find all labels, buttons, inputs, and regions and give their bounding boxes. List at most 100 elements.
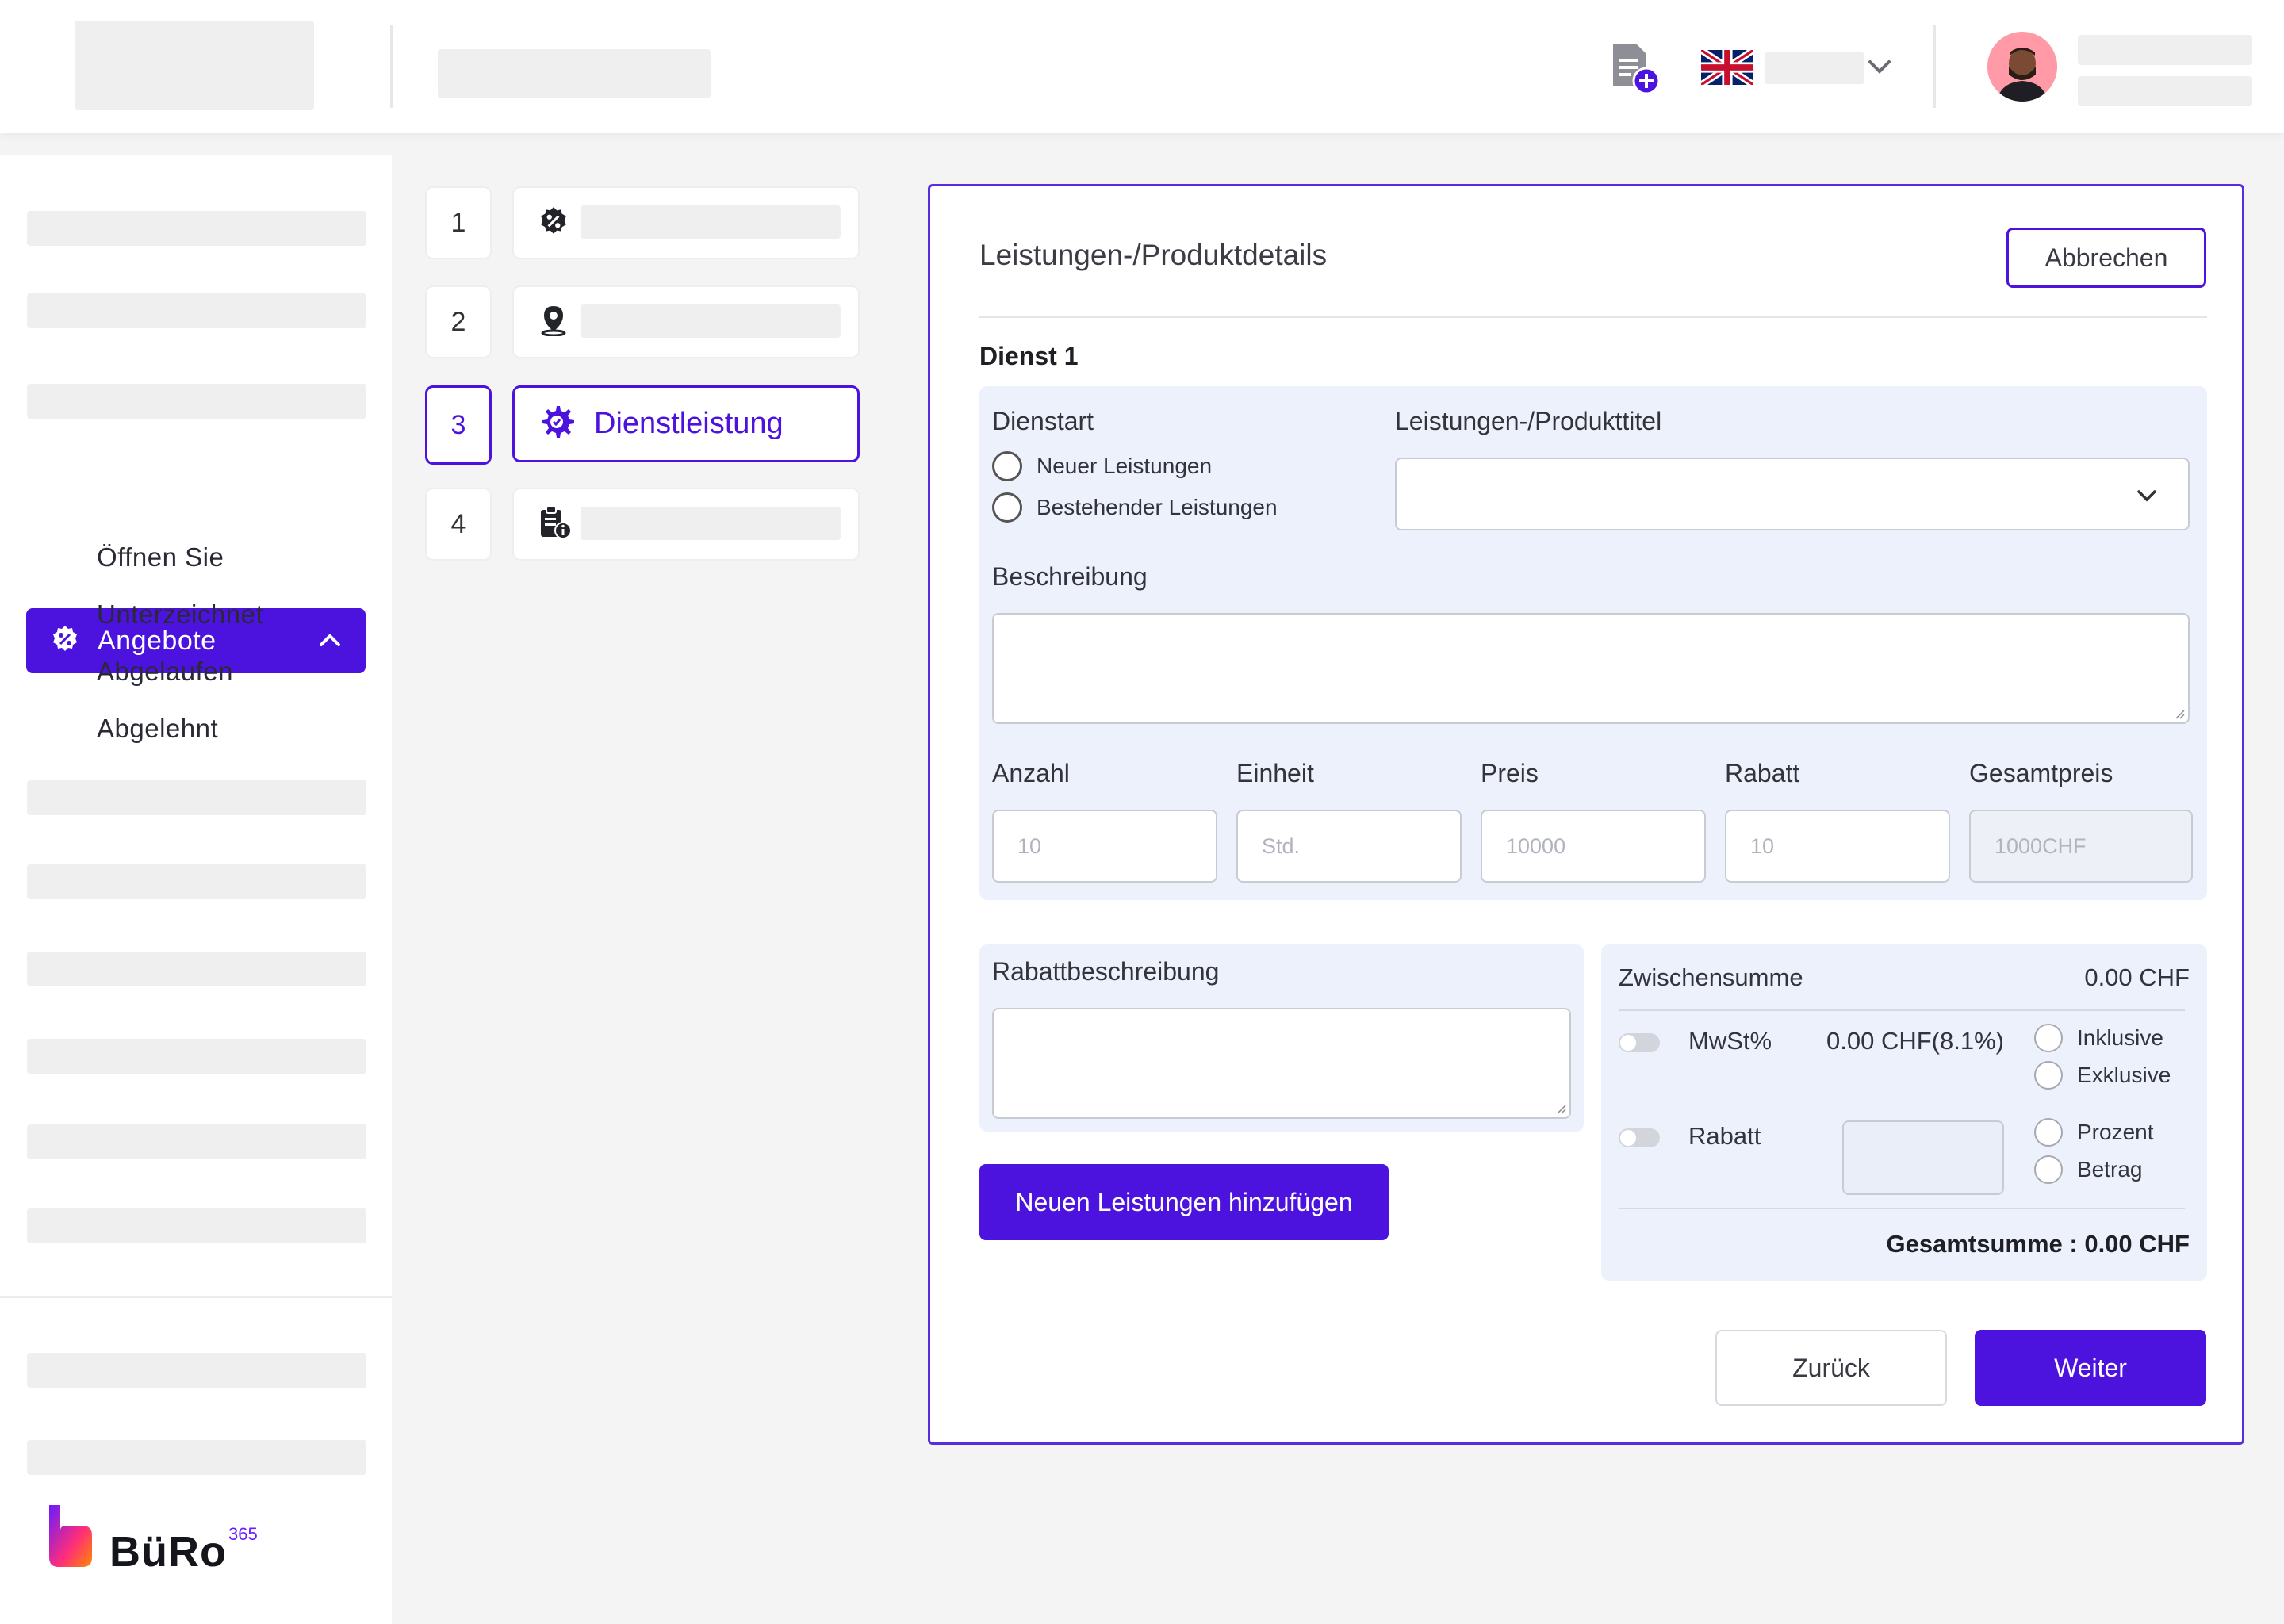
panel-divider	[979, 316, 2207, 318]
step-card-3[interactable]: Dienstleistung	[512, 385, 860, 462]
language-name-placeholder[interactable]	[1765, 52, 1864, 84]
discount-description-label: Rabattbeschreibung	[992, 957, 1220, 986]
step-label: Dienstleistung	[594, 407, 784, 440]
radio-vat-inclusive[interactable]: Inklusive	[2034, 1024, 2163, 1052]
summary-discount-label: Rabatt	[1688, 1122, 1761, 1150]
document-plus-icon[interactable]	[1610, 41, 1661, 95]
avatar[interactable]	[1987, 32, 2057, 102]
step-number-1[interactable]: 1	[425, 186, 492, 259]
step-label-placeholder	[581, 507, 841, 540]
price-label: Preis	[1481, 759, 1539, 787]
cancel-button[interactable]: Abbrechen	[2006, 228, 2206, 288]
quantity-field[interactable]: 10	[992, 810, 1217, 883]
radio-discount-amount[interactable]: Betrag	[2034, 1155, 2143, 1184]
vat-label: MwSt%	[1688, 1027, 1772, 1055]
sidebar-item-placeholder[interactable]	[27, 1208, 366, 1243]
uk-flag-icon[interactable]	[1699, 47, 1756, 88]
next-button[interactable]: Weiter	[1975, 1330, 2206, 1406]
header-title-placeholder	[438, 49, 711, 98]
total-price-field: 1000CHF	[1969, 810, 2193, 883]
user-role-placeholder	[2078, 76, 2252, 106]
sidebar-subitem-rejected[interactable]: Abgelehnt	[97, 714, 218, 744]
add-service-button[interactable]: Neuen Leistungen hinzufügen	[979, 1164, 1389, 1240]
grand-total: Gesamtsumme : 0.00 CHF	[1886, 1230, 2190, 1258]
step-number-2[interactable]: 2	[425, 285, 492, 358]
step-card-4[interactable]	[512, 488, 860, 561]
step-label-placeholder	[581, 304, 841, 338]
radio-vat-exclusive[interactable]: Exklusive	[2034, 1061, 2171, 1090]
vat-value: 0.00 CHF(8.1%)	[1826, 1027, 2004, 1055]
step-card-2[interactable]	[512, 285, 860, 358]
radio-existing-service-input[interactable]	[992, 492, 1022, 523]
radio-new-service[interactable]: Neuer Leistungen	[992, 451, 1212, 481]
radio-discount-amount-label: Betrag	[2077, 1157, 2143, 1182]
product-title-select[interactable]	[1395, 458, 2190, 530]
sidebar: Angebote Öffnen Sie Unterzeichnet Abgela…	[0, 155, 392, 1624]
discount-field[interactable]: 10	[1725, 810, 1950, 883]
gear-icon	[538, 404, 575, 444]
summary-box: Zwischensumme 0.00 CHF MwSt% 0.00 CHF(8.…	[1601, 944, 2207, 1281]
subtotal-label: Zwischensumme	[1619, 963, 1803, 991]
vat-toggle[interactable]	[1619, 1033, 1660, 1052]
brand-name: BüRo	[109, 1528, 227, 1576]
radio-vat-inclusive-label: Inklusive	[2077, 1025, 2163, 1050]
description-textarea[interactable]	[992, 613, 2190, 724]
step-number-4[interactable]: 4	[425, 488, 492, 561]
back-button[interactable]: Zurück	[1715, 1330, 1947, 1406]
clipboard-info-icon	[538, 505, 573, 544]
sidebar-item-placeholder[interactable]	[27, 780, 366, 815]
radio-vat-exclusive-label: Exklusive	[2077, 1063, 2171, 1087]
total-price-label: Gesamtpreis	[1969, 759, 2113, 787]
panel-title: Leistungen-/Produktdetails	[979, 239, 1328, 271]
radio-discount-percent-input[interactable]	[2034, 1118, 2063, 1147]
step-number-3[interactable]: 3	[425, 385, 492, 465]
radio-discount-percent-label: Prozent	[2077, 1120, 2154, 1144]
discount-toggle[interactable]	[1619, 1128, 1660, 1147]
header-divider	[390, 25, 393, 108]
top-header	[0, 0, 2284, 133]
sidebar-item-placeholder[interactable]	[27, 384, 366, 419]
step-card-1[interactable]	[512, 186, 860, 259]
chevron-down-icon[interactable]	[1865, 52, 1894, 81]
brand-logo: BüRo 365	[48, 1503, 301, 1576]
logo-placeholder	[75, 21, 314, 110]
summary-discount-input[interactable]	[1842, 1120, 2004, 1195]
sidebar-subitem-open[interactable]: Öffnen Sie	[97, 542, 224, 573]
discount-description-textarea[interactable]	[992, 1008, 1571, 1119]
sidebar-divider	[0, 1296, 392, 1298]
sidebar-item-placeholder[interactable]	[27, 1353, 366, 1388]
summary-divider	[1619, 1208, 2185, 1209]
sidebar-item-placeholder[interactable]	[27, 293, 366, 328]
sidebar-item-placeholder[interactable]	[27, 952, 366, 986]
sidebar-item-placeholder[interactable]	[27, 1440, 366, 1475]
discount-description-box: Rabattbeschreibung	[979, 944, 1584, 1132]
service-form-box: Dienstart Neuer Leistungen Bestehender L…	[979, 386, 2207, 900]
sidebar-item-placeholder[interactable]	[27, 1039, 366, 1074]
service-type-label: Dienstart	[992, 407, 1094, 435]
quantity-label: Anzahl	[992, 759, 1070, 787]
sidebar-item-label: Angebote	[98, 625, 217, 656]
chevron-up-icon[interactable]	[316, 627, 343, 654]
radio-existing-service[interactable]: Bestehender Leistungen	[992, 492, 1278, 523]
radio-new-service-label: Neuer Leistungen	[1037, 454, 1213, 478]
radio-existing-service-label: Bestehender Leistungen	[1037, 495, 1278, 519]
sidebar-item-placeholder[interactable]	[27, 211, 366, 246]
radio-vat-inclusive-input[interactable]	[2034, 1024, 2063, 1052]
radio-discount-amount-input[interactable]	[2034, 1155, 2063, 1184]
user-name-placeholder	[2078, 35, 2252, 65]
location-pin-icon	[538, 304, 569, 340]
service-title: Dienst 1	[979, 342, 1079, 370]
brand-superscript: 365	[228, 1524, 258, 1544]
unit-field[interactable]: Std.	[1236, 810, 1462, 883]
subtotal-value: 0.00 CHF	[2084, 963, 2190, 991]
radio-discount-percent[interactable]: Prozent	[2034, 1118, 2154, 1147]
sidebar-subitem-expired[interactable]: Abgelaufen	[97, 657, 233, 687]
sidebar-item-placeholder[interactable]	[27, 864, 366, 899]
radio-vat-exclusive-input[interactable]	[2034, 1061, 2063, 1090]
sidebar-item-placeholder[interactable]	[27, 1124, 366, 1159]
unit-label: Einheit	[1236, 759, 1314, 787]
sidebar-subitem-signed[interactable]: Unterzeichnet	[97, 599, 263, 630]
chevron-down-icon	[2134, 483, 2159, 508]
radio-new-service-input[interactable]	[992, 451, 1022, 481]
price-field[interactable]: 10000	[1481, 810, 1706, 883]
